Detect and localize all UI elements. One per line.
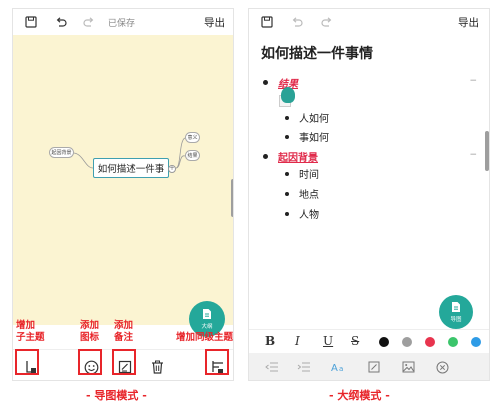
outline-item-label: 人物 [299,210,319,221]
outline-title[interactable]: 如何描述一件事情 [261,43,373,63]
bullet [285,211,289,216]
bullet [285,191,289,196]
bullet [263,80,268,85]
redo-icon[interactable] [81,14,97,30]
indent-icon[interactable] [297,360,311,374]
edit-toolbar: Aa [249,353,489,380]
undo-icon[interactable] [289,14,305,30]
outline-item-background[interactable]: 起因背景 [263,149,318,164]
svg-text:A: A [331,363,338,373]
top-toolbar: 已保存 导出 [13,9,233,35]
image-icon[interactable] [401,360,415,374]
collapse-toggle[interactable]: − [469,76,477,86]
annotation-line: 图标 [80,332,100,343]
mindmap-fab-button[interactable]: 导图 [439,295,473,329]
annotation-line: 添加 [114,320,134,331]
topic-node-result[interactable]: 结果 [185,150,200,161]
undo-icon[interactable] [53,14,69,30]
outline-item-label: 地点 [299,190,319,201]
highlight-box-icon [78,349,102,375]
annotation-line: 子主题 [16,332,45,343]
outline-item-people[interactable]: 人如何 [285,110,329,125]
save-icon[interactable] [23,14,39,30]
highlight-box-note [112,349,136,375]
annotation-add-icon: 添加 图标 [80,320,99,344]
svg-text:a: a [339,365,343,373]
format-toolbar: B I U S [249,329,489,353]
central-topic[interactable]: 如何描述一件事 [93,158,169,178]
close-circle-icon[interactable] [435,360,449,374]
delete-icon[interactable] [149,359,165,375]
strikethrough-button[interactable]: S [351,334,359,348]
screenshot-root: 已保存 导出 起因背景 如何描述一件事 + 意义 结果 大纲 增加 子主题 添加… [0,0,500,410]
outline-item-matter[interactable]: 事如何 [285,129,329,144]
saved-status: 已保存 [108,19,136,29]
outline-item-label: 起因背景 [278,153,318,164]
underline-button[interactable]: U [323,334,333,348]
annotation-line: 添加 [80,320,100,331]
export-button[interactable]: 导出 [458,15,479,30]
annotation-add-note: 添加 备注 [114,320,133,344]
bullet [285,171,289,176]
side-scroll-handle[interactable] [231,179,233,217]
mindmap-canvas[interactable]: 起因背景 如何描述一件事 + 意义 结果 [13,35,233,325]
outdent-icon[interactable] [265,360,279,374]
top-toolbar: 导出 [249,9,489,35]
redo-icon[interactable] [319,14,335,30]
color-swatch-black[interactable] [379,337,389,347]
cursor-handle[interactable] [281,87,295,103]
bullet [285,115,289,120]
color-swatch-red[interactable] [425,337,435,347]
fab-label: 导图 [450,317,462,323]
bullet [285,134,289,139]
text-style-icon[interactable]: Aa [331,360,347,374]
note-edit-icon[interactable] [367,360,381,374]
outline-item-result[interactable]: 结果 [263,75,298,90]
color-swatch-blue[interactable] [471,337,481,347]
annotation-line: 备注 [114,332,134,343]
topic-node-background[interactable]: 起因背景 [49,147,74,158]
bold-button[interactable]: B [265,334,275,348]
highlight-box-subtopic [15,349,39,375]
italic-button[interactable]: I [295,334,300,348]
outline-item-label: 事如何 [299,133,329,144]
bullet [263,154,268,159]
fab-label: 大纲 [201,324,213,330]
topic-node-meaning[interactable]: 意义 [185,132,200,143]
color-swatch-gray[interactable] [402,337,412,347]
save-icon[interactable] [259,14,275,30]
document-icon [452,302,460,312]
outline-item-label: 人如何 [299,114,329,125]
caption-mindmap-mode: - 导图模式 - [86,389,147,402]
annotation-add-subtopic: 增加 子主题 [16,320,45,344]
expand-plus-icon[interactable]: + [168,165,176,173]
export-button[interactable]: 导出 [204,15,225,30]
color-swatch-green[interactable] [448,337,458,347]
outline-item-place[interactable]: 地点 [285,186,319,201]
collapse-toggle[interactable]: − [469,150,477,160]
outline-item-person[interactable]: 人物 [285,206,319,221]
caption-outline-mode: - 大纲模式 - [329,389,390,402]
document-icon [203,309,211,319]
side-scroll-handle[interactable] [485,131,489,171]
annotation-line: 增加 [16,320,36,331]
connector-lines [72,137,186,169]
outline-item-time[interactable]: 时间 [285,166,319,181]
highlight-box-sibling [205,349,229,375]
outline-screen: 导出 如何描述一件事情 结果 − 人如何 事如何 起因背景 − 时间 地点 人物… [248,8,490,381]
outline-item-label: 时间 [299,170,319,181]
annotation-add-sibling: 增加同级主题 [176,332,234,343]
